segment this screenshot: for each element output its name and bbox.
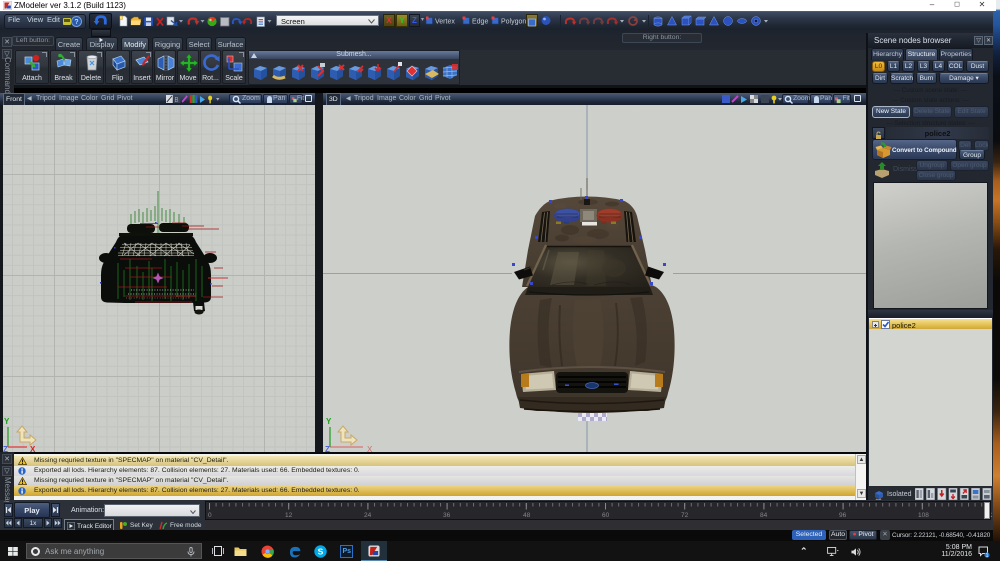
svg-text:12: 12: [285, 512, 293, 519]
svg-text:Y: Y: [326, 417, 332, 426]
svg-text:108: 108: [918, 512, 929, 519]
svg-text:36: 36: [443, 512, 451, 519]
svg-text:Z: Z: [325, 445, 330, 452]
svg-text:1: 1: [986, 553, 989, 558]
svg-text:Y: Y: [4, 417, 10, 426]
svg-text:Edge: Edge: [472, 19, 488, 26]
svg-text:60: 60: [602, 512, 610, 519]
svg-text:Polygon: Polygon: [501, 19, 526, 26]
svg-text:Vertex: Vertex: [435, 19, 455, 26]
svg-text:X: X: [30, 445, 36, 452]
svg-text:24: 24: [364, 512, 372, 519]
svg-text:96: 96: [839, 512, 847, 519]
svg-text:X: X: [367, 445, 373, 452]
svg-text:?: ?: [75, 19, 79, 26]
svg-text:84: 84: [760, 512, 768, 519]
svg-text:72: 72: [681, 512, 689, 519]
svg-text:Z: Z: [3, 445, 8, 452]
svg-text:0: 0: [208, 512, 212, 519]
svg-text:S: S: [318, 547, 324, 557]
svg-text:B: B: [174, 97, 178, 104]
svg-text:48: 48: [523, 512, 531, 519]
